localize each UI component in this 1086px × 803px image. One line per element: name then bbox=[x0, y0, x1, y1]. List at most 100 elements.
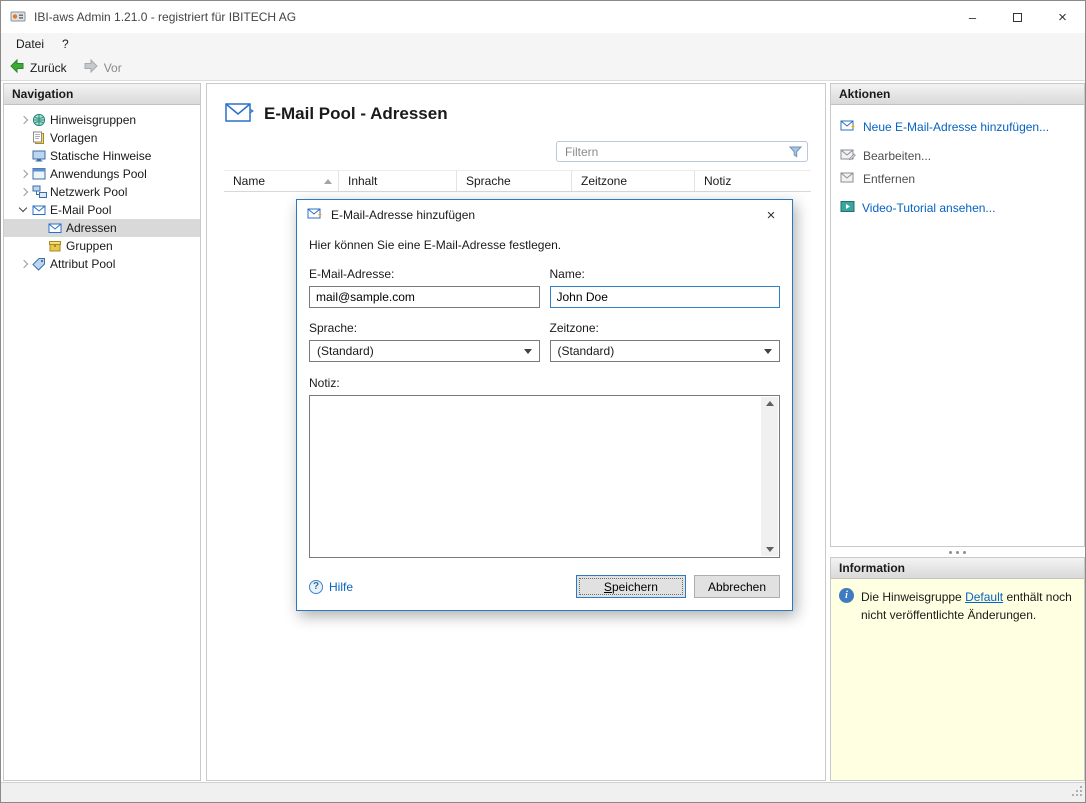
column-label: Sprache bbox=[466, 174, 511, 188]
tag-icon bbox=[32, 257, 50, 271]
chevron-right-icon[interactable] bbox=[16, 166, 32, 182]
help-link[interactable]: ? Hilfe bbox=[309, 580, 353, 594]
chevron-right-icon[interactable] bbox=[16, 256, 32, 272]
video-tutorial-icon bbox=[840, 200, 855, 216]
chevron-right-icon[interactable] bbox=[16, 112, 32, 128]
nav-item-anwendungs-pool[interactable]: Anwendungs Pool bbox=[4, 165, 200, 183]
dialog-title-bar: E-Mail-Adresse hinzufügen × bbox=[297, 200, 792, 230]
forward-label: Vor bbox=[104, 61, 122, 75]
column-header-inhalt[interactable]: Inhalt bbox=[339, 171, 457, 191]
help-icon: ? bbox=[309, 580, 323, 594]
column-header-sprache[interactable]: Sprache bbox=[457, 171, 572, 191]
information-panel: Information i Die Hinweisgruppe Default … bbox=[830, 557, 1085, 781]
save-label: peichern bbox=[612, 580, 658, 594]
action-video-tutorial[interactable]: Video-Tutorial ansehen... bbox=[840, 198, 1076, 218]
filter-box bbox=[556, 141, 808, 162]
information-message: Die Hinweisgruppe Default enthält noch n… bbox=[861, 588, 1076, 624]
navigation-tree: Hinweisgruppen Vorlagen Statische Hinwei… bbox=[4, 105, 200, 273]
back-button[interactable]: Zurück bbox=[9, 58, 67, 77]
table-header: Name Inhalt Sprache Zeitzone Notiz bbox=[224, 170, 811, 192]
dialog-title: E-Mail-Adresse hinzufügen bbox=[331, 208, 475, 222]
nav-item-email-pool[interactable]: E-Mail Pool bbox=[4, 201, 200, 219]
chevron-spacer bbox=[16, 130, 32, 146]
globe-icon bbox=[32, 113, 50, 127]
nav-item-label: Anwendungs Pool bbox=[50, 167, 147, 181]
document-icon bbox=[32, 131, 50, 145]
cancel-button[interactable]: Abbrechen bbox=[694, 575, 780, 598]
nav-item-label: Adressen bbox=[66, 221, 117, 235]
cancel-label: Abbrechen bbox=[708, 580, 766, 594]
nav-item-attribut-pool[interactable]: Attribut Pool bbox=[4, 255, 200, 273]
add-email-dialog: E-Mail-Adresse hinzufügen × Hier können … bbox=[296, 199, 793, 611]
action-label: Bearbeiten... bbox=[863, 149, 931, 163]
forward-button[interactable]: Vor bbox=[83, 58, 122, 77]
title-bar: IBI-aws Admin 1.21.0 - registriert für I… bbox=[1, 1, 1085, 33]
menu-help[interactable]: ? bbox=[53, 34, 78, 54]
note-scrollbar[interactable] bbox=[761, 397, 778, 556]
app-icon bbox=[10, 9, 26, 25]
action-edit[interactable]: Bearbeiten... bbox=[840, 146, 1076, 166]
menu-datei[interactable]: Datei bbox=[7, 34, 53, 54]
app-window: IBI-aws Admin 1.21.0 - registriert für I… bbox=[0, 0, 1086, 803]
note-textarea[interactable] bbox=[309, 395, 780, 558]
actions-header: Aktionen bbox=[831, 84, 1084, 105]
column-header-notiz[interactable]: Notiz bbox=[695, 171, 811, 191]
timezone-select-value: (Standard) bbox=[558, 344, 615, 358]
minimize-button[interactable]: – bbox=[950, 1, 995, 33]
app-window-icon bbox=[32, 167, 50, 181]
language-select[interactable]: (Standard) bbox=[309, 340, 540, 362]
minimize-icon: – bbox=[969, 10, 976, 25]
close-button[interactable]: × bbox=[1040, 1, 1085, 33]
menu-bar: Datei ? bbox=[1, 33, 1085, 55]
timezone-select[interactable]: (Standard) bbox=[550, 340, 781, 362]
scroll-down-icon[interactable] bbox=[766, 547, 774, 552]
action-label: Neue E-Mail-Adresse hinzufügen... bbox=[863, 120, 1049, 134]
chevron-spacer bbox=[32, 220, 48, 236]
save-button[interactable]: Speichern bbox=[576, 575, 686, 598]
nav-item-adressen[interactable]: Adressen bbox=[4, 219, 200, 237]
nav-item-label: Hinweisgruppen bbox=[50, 113, 136, 127]
maximize-button[interactable] bbox=[995, 1, 1040, 33]
dialog-close-button[interactable]: × bbox=[750, 200, 792, 230]
email-page-icon bbox=[224, 100, 254, 127]
action-remove[interactable]: Entfernen bbox=[840, 169, 1076, 189]
email-input[interactable] bbox=[309, 286, 540, 308]
action-new-email[interactable]: Neue E-Mail-Adresse hinzufügen... bbox=[840, 117, 1076, 137]
actions-panel: Aktionen Neue E-Mail-Adresse hinzufügen.… bbox=[830, 83, 1085, 547]
resize-grip-icon[interactable] bbox=[1071, 785, 1083, 800]
name-input[interactable] bbox=[550, 286, 781, 308]
close-icon: × bbox=[1058, 9, 1067, 26]
back-label: Zurück bbox=[30, 61, 67, 75]
chevron-right-icon[interactable] bbox=[16, 184, 32, 200]
chevron-spacer bbox=[16, 148, 32, 164]
delete-icon bbox=[840, 171, 856, 187]
column-header-name[interactable]: Name bbox=[224, 171, 339, 191]
chevron-down-icon[interactable] bbox=[16, 202, 32, 218]
nav-item-statische-hinweise[interactable]: Statische Hinweise bbox=[4, 147, 200, 165]
column-header-zeitzone[interactable]: Zeitzone bbox=[572, 171, 695, 191]
panel-splitter[interactable] bbox=[830, 547, 1085, 557]
network-icon bbox=[32, 185, 50, 199]
filter-input[interactable] bbox=[557, 145, 789, 159]
filter-funnel-icon[interactable] bbox=[789, 146, 802, 158]
navigation-panel: Navigation Hinweisgruppen Vorlagen Stati… bbox=[3, 83, 201, 781]
language-label: Sprache: bbox=[309, 321, 540, 335]
close-icon: × bbox=[767, 207, 776, 224]
note-label: Notiz: bbox=[309, 376, 780, 390]
column-label: Name bbox=[233, 174, 265, 188]
chevron-spacer bbox=[32, 238, 48, 254]
dialog-envelope-icon bbox=[307, 207, 323, 223]
nav-item-netzwerk-pool[interactable]: Netzwerk Pool bbox=[4, 183, 200, 201]
chevron-down-icon bbox=[764, 349, 772, 354]
nav-item-hinweisgruppen[interactable]: Hinweisgruppen bbox=[4, 111, 200, 129]
nav-item-vorlagen[interactable]: Vorlagen bbox=[4, 129, 200, 147]
forward-arrow-icon bbox=[83, 58, 99, 77]
nav-item-gruppen[interactable]: Gruppen bbox=[4, 237, 200, 255]
package-icon bbox=[48, 239, 66, 253]
scroll-up-icon[interactable] bbox=[766, 401, 774, 406]
back-arrow-icon bbox=[9, 58, 25, 77]
language-select-value: (Standard) bbox=[317, 344, 374, 358]
timezone-label: Zeitzone: bbox=[550, 321, 781, 335]
nav-item-label: Statische Hinweise bbox=[50, 149, 151, 163]
default-group-link[interactable]: Default bbox=[965, 590, 1003, 604]
